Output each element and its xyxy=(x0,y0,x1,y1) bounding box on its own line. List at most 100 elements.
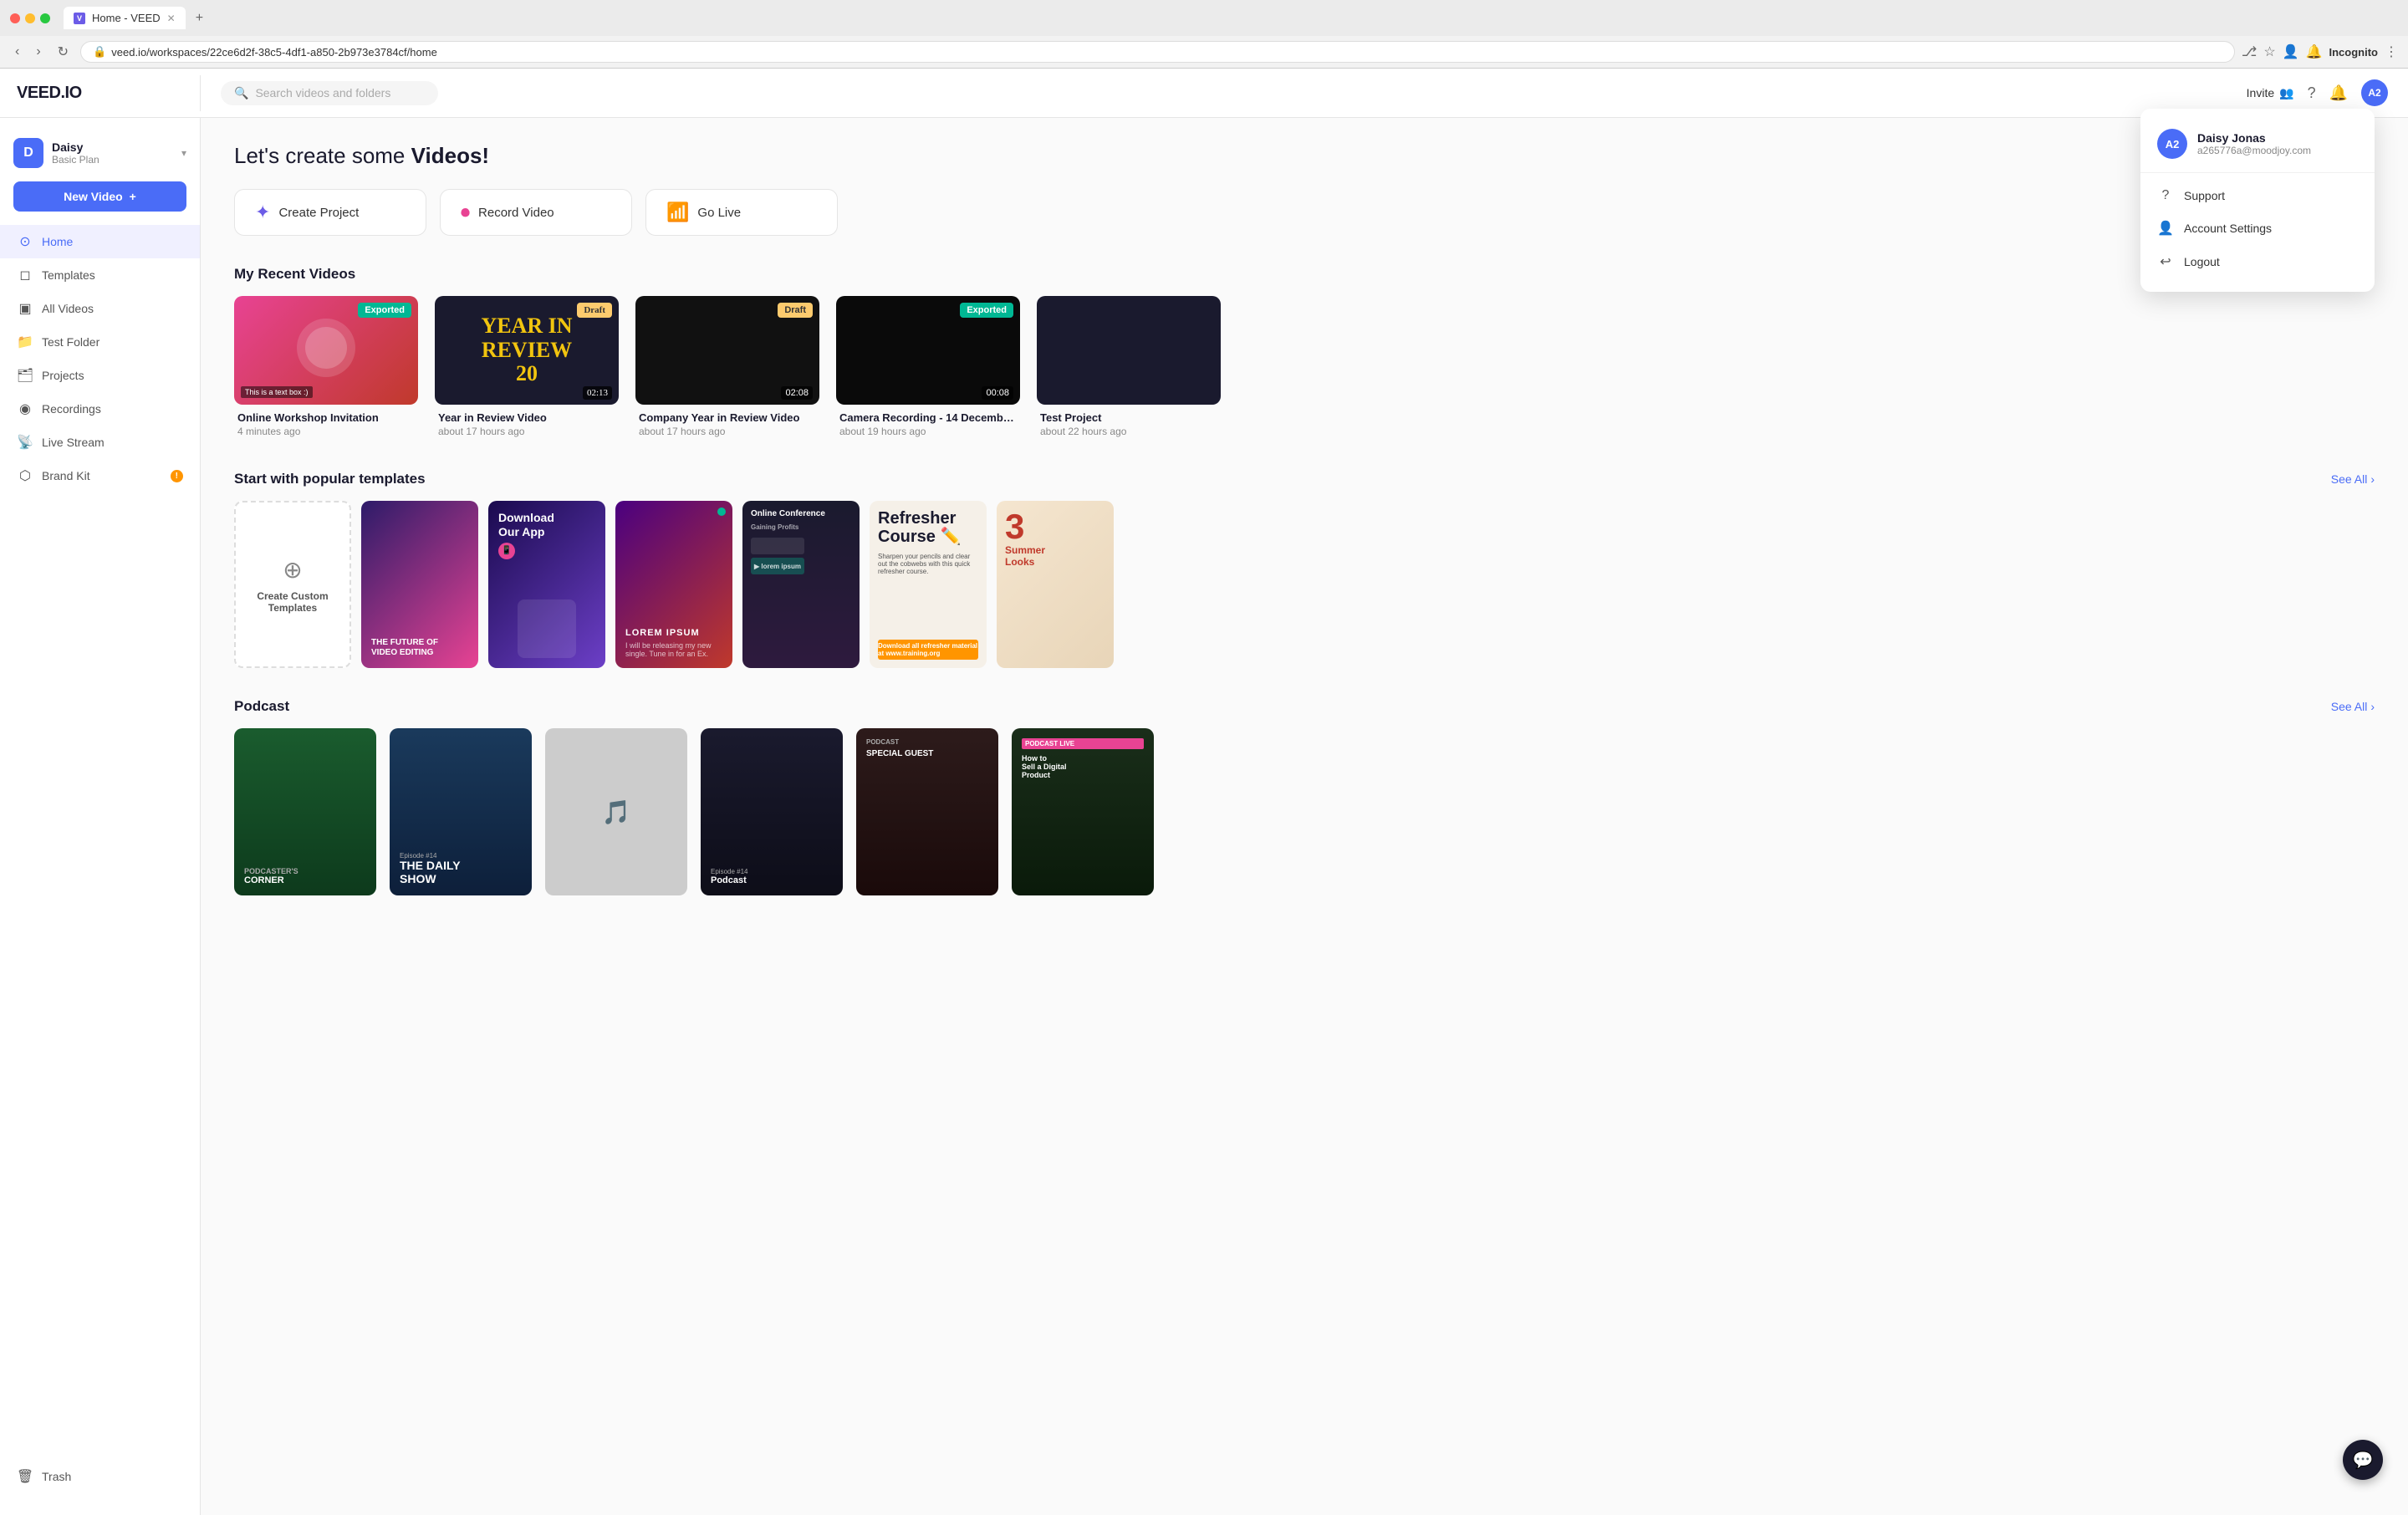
account-settings-icon: 👤 xyxy=(2157,220,2174,237)
sidebar-label-recordings: Recordings xyxy=(42,402,101,416)
browser-tab[interactable]: V Home - VEED ✕ xyxy=(64,7,186,29)
recent-videos-section: My Recent Videos All Videos › xyxy=(234,266,2375,441)
podcast-card-4[interactable]: Episode #14 Podcast xyxy=(701,728,843,895)
browser-toolbar-icons: ⎇ ☆ 👤 🔔 Incognito ⋮ xyxy=(2242,43,2398,60)
browser-titlebar: V Home - VEED ✕ + xyxy=(0,0,2408,36)
chat-button[interactable]: 💬 xyxy=(2343,1440,2383,1480)
dropdown-logout-item[interactable]: ↩ Logout xyxy=(2140,245,2375,278)
invite-label: Invite xyxy=(2247,86,2274,99)
video-time-1: 4 minutes ago xyxy=(237,426,415,437)
video-card-year-review[interactable]: YEAR INREVIEW20 Draft 02:13 Year in Revi… xyxy=(435,296,619,437)
template-card-online-conference[interactable]: Online Conference Gaining Profits ▶ lore… xyxy=(742,501,860,668)
podcast-card-2[interactable]: Episode #14 THE DAILYSHOW xyxy=(390,728,532,895)
year-text: YEAR INREVIEW20 xyxy=(481,314,572,386)
tab-close-button[interactable]: ✕ xyxy=(167,13,176,24)
action-buttons-row: ✦ Create Project ⏺ Record Video 📶 Go Liv… xyxy=(234,189,2375,236)
workspace-info: Daisy Basic Plan xyxy=(52,140,173,166)
help-icon[interactable]: ? xyxy=(2308,84,2316,102)
reload-button[interactable]: ↻ xyxy=(53,42,74,62)
template-card-future[interactable]: THE FUTURE OFVIDEO EDITING xyxy=(361,501,478,668)
template-card-lorem[interactable]: LOREM IPSUM I will be releasing my new s… xyxy=(615,501,732,668)
plus-icon: + xyxy=(130,190,136,203)
back-button[interactable]: ‹ xyxy=(10,43,24,61)
video-thumbnail-2: YEAR INREVIEW20 Draft 02:13 xyxy=(435,296,619,405)
projects-icon: 🗂 xyxy=(17,367,33,384)
workspace-name: Daisy xyxy=(52,140,173,154)
go-live-button[interactable]: 📶 Go Live xyxy=(645,189,838,236)
new-tab-button[interactable]: + xyxy=(196,11,203,26)
bookmark-icon[interactable]: ☆ xyxy=(2263,43,2275,60)
sidebar-item-trash[interactable]: 🗑 Trash xyxy=(17,1460,183,1493)
logo: VEED.IO xyxy=(17,84,82,103)
traffic-lights xyxy=(10,13,50,23)
record-video-button[interactable]: ⏺ Record Video xyxy=(440,189,632,236)
create-custom-templates-card[interactable]: ⊕ Create Custom Templates xyxy=(234,501,351,668)
badge-draft-3: Draft xyxy=(778,303,813,318)
avatar-label: A2 xyxy=(2368,87,2380,99)
summer-number: 3 xyxy=(1005,509,1105,544)
sidebar-item-home[interactable]: ⊙ Home xyxy=(0,225,200,258)
new-video-button[interactable]: New Video + xyxy=(13,181,186,212)
notification-bell-icon[interactable]: 🔔 xyxy=(2329,84,2348,102)
video-duration-2: 02:13 xyxy=(583,386,612,400)
sidebar-label-live-stream: Live Stream xyxy=(42,436,105,449)
user-dropdown: A2 Daisy Jonas a265776a@moodjoy.com ? Su… xyxy=(2140,109,2375,292)
minimize-window-button[interactable] xyxy=(25,13,35,23)
profile-icon[interactable]: 👤 xyxy=(2283,43,2299,60)
video-info-2: Year in Review Video about 17 hours ago xyxy=(435,405,619,437)
podcast-card-5[interactable]: PODCAST SPECIAL GUEST xyxy=(856,728,998,895)
sidebar-label-trash: Trash xyxy=(42,1470,71,1483)
trash-icon: 🗑 xyxy=(17,1468,33,1485)
sidebar-item-all-videos[interactable]: ▣ All Videos xyxy=(0,292,200,325)
video-card-online-workshop[interactable]: This is a text box :) Exported Online Wo… xyxy=(234,296,418,437)
notification-icon[interactable]: 🔔 xyxy=(2306,43,2323,60)
menu-icon[interactable]: ⋮ xyxy=(2385,43,2398,60)
maximize-window-button[interactable] xyxy=(40,13,50,23)
podcast-card-1[interactable]: PODCASTER'S CORNER xyxy=(234,728,376,895)
support-icon: ? xyxy=(2157,188,2174,203)
template-card-summer[interactable]: 3 SummerLooks xyxy=(997,501,1114,668)
sidebar-item-brand-kit[interactable]: ⬡ Brand Kit ! xyxy=(0,459,200,492)
video-card-test-project[interactable]: Test Project about 22 hours ago xyxy=(1037,296,1221,437)
sidebar-item-templates[interactable]: ◻ Templates xyxy=(0,258,200,292)
podcast-card-6[interactable]: PODCAST LIVE How toSell a DigitalProduct xyxy=(1012,728,1154,895)
podcast-see-all-link[interactable]: See All › xyxy=(2331,700,2375,713)
video-card-camera-recording[interactable]: Exported 00:08 Camera Recording - 14 Dec… xyxy=(836,296,1020,437)
templates-title: Start with popular templates xyxy=(234,471,426,487)
templates-section: Start with popular templates See All › ⊕… xyxy=(234,471,2375,668)
video-time-2: about 17 hours ago xyxy=(438,426,615,437)
video-card-company-review[interactable]: Draft 02:08 Company Year in Review Video… xyxy=(635,296,819,437)
address-bar[interactable]: 🔒 veed.io/workspaces/22ce6d2f-38c5-4df1-… xyxy=(80,41,2235,63)
create-project-button[interactable]: ✦ Create Project xyxy=(234,189,426,236)
dropdown-avatar: A2 xyxy=(2157,129,2187,159)
cast-icon[interactable]: ⎇ xyxy=(2242,43,2257,60)
workspace-plan: Basic Plan xyxy=(52,154,173,166)
sidebar: D Daisy Basic Plan ▾ New Video + ⊙ Home … xyxy=(0,118,201,1515)
templates-see-all-link[interactable]: See All › xyxy=(2331,472,2375,486)
sidebar-item-test-folder[interactable]: 📁 Test Folder xyxy=(0,325,200,359)
sidebar-item-recordings[interactable]: ◉ Recordings xyxy=(0,392,200,426)
template-card-download-app[interactable]: DownloadOur App 📱 xyxy=(488,501,605,668)
video-duration-4: 00:08 xyxy=(982,386,1013,400)
template-card-refresher[interactable]: RefresherCourse ✏️ Sharpen your pencils … xyxy=(870,501,987,668)
online-conference-label: Online Conference xyxy=(751,509,825,518)
invite-button[interactable]: Invite 👥 xyxy=(2247,86,2294,100)
forward-button[interactable]: › xyxy=(31,43,45,61)
workspace-section: D Daisy Basic Plan ▾ xyxy=(0,131,200,181)
dropdown-user-details: Daisy Jonas a265776a@moodjoy.com xyxy=(2197,131,2311,156)
close-window-button[interactable] xyxy=(10,13,20,23)
search-box[interactable]: 🔍 Search videos and folders xyxy=(221,81,438,105)
sidebar-item-live-stream[interactable]: 📡 Live Stream xyxy=(0,426,200,459)
sidebar-item-projects[interactable]: 🗂 Projects xyxy=(0,359,200,392)
dropdown-account-settings-item[interactable]: 👤 Account Settings xyxy=(2140,212,2375,245)
video-time-4: about 19 hours ago xyxy=(839,426,1017,437)
support-label: Support xyxy=(2184,189,2225,202)
browser-toolbar: ‹ › ↻ 🔒 veed.io/workspaces/22ce6d2f-38c5… xyxy=(0,36,2408,68)
dropdown-support-item[interactable]: ? Support xyxy=(2140,180,2375,212)
recent-videos-title: My Recent Videos xyxy=(234,266,355,283)
user-avatar-button[interactable]: A2 xyxy=(2361,79,2388,106)
video-info-3: Company Year in Review Video about 17 ho… xyxy=(635,405,819,437)
video-info-4: Camera Recording - 14 December 2... abou… xyxy=(836,405,1020,437)
podcast-card-3[interactable]: 🎵 xyxy=(545,728,687,895)
templates-grid: ⊕ Create Custom Templates THE FUTURE OFV… xyxy=(234,501,2375,668)
